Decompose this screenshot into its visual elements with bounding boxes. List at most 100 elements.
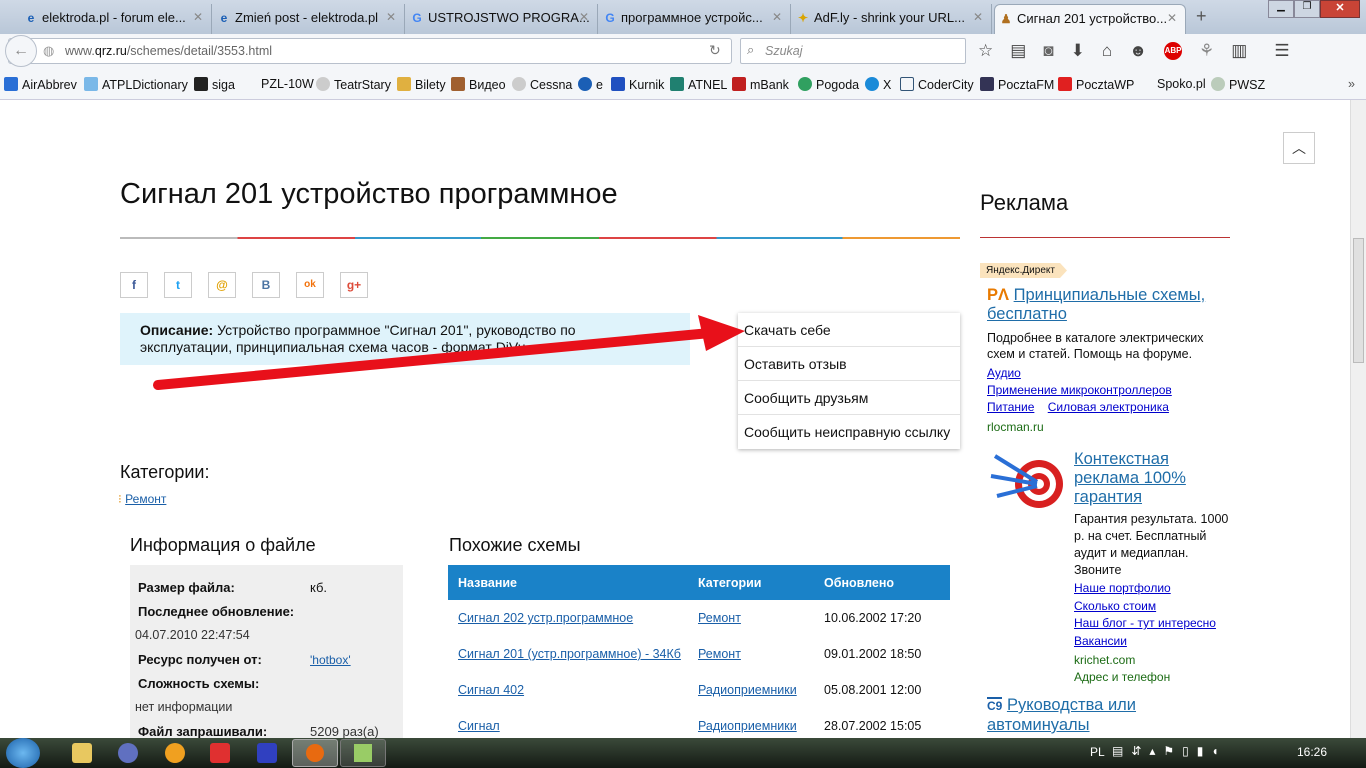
tell-friends-action[interactable]: Сообщить друзьям xyxy=(738,381,960,415)
bookmark-airabbrev[interactable]: AirAbbrev xyxy=(4,77,77,92)
table-header-row: Название Категории Обновлено xyxy=(448,565,950,600)
bookmark-mbank[interactable]: mBank xyxy=(732,77,789,92)
category-link[interactable]: Ремонт xyxy=(698,611,741,625)
minimize-button[interactable]: ▁ xyxy=(1268,0,1294,18)
bookmark-video[interactable]: Видео xyxy=(451,77,506,92)
search-input[interactable]: ⌕ Szukaj xyxy=(740,38,966,64)
category-link[interactable]: Ремонт xyxy=(698,647,741,661)
ad-link-blog[interactable]: Наш блог - тут интересно xyxy=(1074,616,1216,630)
bookmark-e[interactable]: e xyxy=(578,77,603,92)
messenger-taskbar-button[interactable] xyxy=(340,739,386,767)
bookmark-spoko[interactable]: Spoko.pl xyxy=(1157,77,1206,91)
vertical-scrollbar[interactable] xyxy=(1350,100,1366,738)
clipboard-icon[interactable]: ▥ xyxy=(1231,41,1247,61)
ad-link-audio[interactable]: Аудио xyxy=(987,366,1021,380)
scheme-link[interactable]: Сигнал 202 устр.программное xyxy=(458,611,633,625)
download-icon[interactable]: ⬇ xyxy=(1071,41,1085,61)
pocket-icon[interactable]: ◙ xyxy=(1043,41,1053,61)
app-icon[interactable] xyxy=(165,743,185,763)
bookmark-star-icon[interactable]: ☆ xyxy=(978,41,993,61)
google-icon: G xyxy=(412,11,422,25)
pdf-icon[interactable] xyxy=(210,743,230,763)
ad-link-power[interactable]: Питание xyxy=(987,400,1034,414)
ad-title-link[interactable]: Принципиальные схемы, бесплатно xyxy=(987,286,1205,323)
share-facebook-button[interactable]: f xyxy=(120,272,148,298)
bookmark-kurnik[interactable]: Kurnik xyxy=(611,77,664,92)
share-odnoklassniki-button[interactable]: ok xyxy=(296,272,324,298)
scheme-link[interactable]: Сигнал 402 xyxy=(458,683,524,697)
save-icon[interactable] xyxy=(257,743,277,763)
report-broken-link-action[interactable]: Сообщить неисправную ссылку xyxy=(738,415,960,449)
tab-elektroda-forum[interactable]: e elektroda.pl - forum ele... ✕ xyxy=(20,4,212,34)
share-mail-button[interactable]: @ xyxy=(208,272,236,298)
ad-title-link[interactable]: Руководства или автоминуалы xyxy=(987,696,1136,734)
bookmark-atnel[interactable]: ATNEL xyxy=(670,77,727,92)
close-tab-icon[interactable]: ✕ xyxy=(973,10,983,24)
reload-icon[interactable]: ↻ xyxy=(709,42,721,59)
firefox-taskbar-button[interactable] xyxy=(292,739,338,767)
scrollbar-thumb[interactable] xyxy=(1353,238,1364,363)
ad-link-microcontrollers[interactable]: Применение микроконтроллеров xyxy=(987,383,1172,397)
close-tab-icon[interactable]: ✕ xyxy=(193,10,203,24)
tab-adfly[interactable]: ✦ AdF.ly - shrink your URL... ✕ xyxy=(792,4,992,34)
bookmark-teatrstary[interactable]: TeatrStary xyxy=(316,77,391,92)
tab-google-programmnoe[interactable]: Gпрограммное устройс... ✕ xyxy=(599,4,791,34)
source-user-link[interactable]: 'hotbox' xyxy=(310,653,351,667)
close-tab-icon[interactable]: ✕ xyxy=(579,10,589,24)
close-tab-icon[interactable]: ✕ xyxy=(386,10,396,24)
bookmark-cessna[interactable]: Cessna xyxy=(512,77,572,92)
clock[interactable]: 16:26 xyxy=(1297,745,1327,759)
share-googleplus-button[interactable]: g+ xyxy=(340,272,368,298)
bookmark-bilety[interactable]: Bilety xyxy=(397,77,446,92)
scheme-link[interactable]: Сигнал 201 (устр.программное) - 34Кб xyxy=(458,647,681,661)
maximize-button[interactable]: ❐ xyxy=(1294,0,1320,18)
bookmark-pwsz[interactable]: PWSZ xyxy=(1211,77,1265,92)
globe-icon: ◍ xyxy=(43,43,55,58)
tab-zmien-post[interactable]: e Zmień post - elektroda.pl ✕ xyxy=(213,4,405,34)
url-bar[interactable]: ← ◍ www.qrz.ru/schemes/detail/3553.html … xyxy=(5,35,732,67)
explorer-icon[interactable] xyxy=(72,743,92,763)
c9-logo: C9 xyxy=(987,697,1003,713)
scroll-to-top-button[interactable]: ︿ xyxy=(1283,132,1315,164)
bookmarks-toolbar: AirAbbrev ATPLDictionary siga PZL-10W Te… xyxy=(0,70,1366,100)
start-button[interactable] xyxy=(6,738,40,768)
browser-icon[interactable] xyxy=(118,743,138,763)
reading-list-icon[interactable]: ▤ xyxy=(1010,41,1026,61)
menu-icon[interactable]: ☰ xyxy=(1274,41,1289,61)
bookmark-pogoda[interactable]: Pogoda xyxy=(798,77,859,92)
tray-icons[interactable]: ▤⇵▴⚑▯▮◖ xyxy=(1112,744,1227,758)
close-tab-icon[interactable]: ✕ xyxy=(1167,11,1177,25)
tab-signal-201[interactable]: ♟ Сигнал 201 устройство... ✕ xyxy=(994,4,1186,34)
bookmark-pocztawp[interactable]: PocztaWP xyxy=(1058,77,1134,92)
share-twitter-button[interactable]: t xyxy=(164,272,192,298)
extension-icon[interactable]: ⚘ xyxy=(1199,41,1214,61)
adblock-icon[interactable]: ABP xyxy=(1164,42,1183,60)
close-tab-icon[interactable]: ✕ xyxy=(772,10,782,24)
bookmark-x[interactable]: X xyxy=(865,77,891,92)
ad-link-vacancies[interactable]: Вакансии xyxy=(1074,634,1127,648)
category-link[interactable]: Ремонт xyxy=(125,492,166,506)
language-indicator[interactable]: PL xyxy=(1090,745,1105,759)
bookmark-siga[interactable]: siga xyxy=(194,77,235,92)
back-button[interactable]: ← xyxy=(5,35,37,67)
bookmark-codercity[interactable]: CoderCity xyxy=(900,77,974,92)
more-bookmarks-icon[interactable]: » xyxy=(1348,77,1355,91)
home-icon[interactable]: ⌂ xyxy=(1102,41,1112,61)
category-link[interactable]: Радиоприемники xyxy=(698,719,797,733)
close-window-button[interactable]: ✕ xyxy=(1320,0,1360,18)
category-link[interactable]: Радиоприемники xyxy=(698,683,797,697)
bookmark-pocztafm[interactable]: PocztaFM xyxy=(980,77,1054,92)
share-vk-button[interactable]: B xyxy=(252,272,280,298)
tab-google-ustrojstwo[interactable]: G USTROJSTWO PROGRA... ✕ xyxy=(406,4,598,34)
ad-link-portfolio[interactable]: Наше портфолио xyxy=(1074,581,1171,595)
ad-link-pricing[interactable]: Сколько стоим xyxy=(1074,599,1156,613)
chat-icon[interactable]: ☻ xyxy=(1129,41,1147,61)
scheme-link[interactable]: Сигнал xyxy=(458,719,500,733)
bookmark-pzl10w[interactable]: PZL-10W xyxy=(261,77,314,91)
ad-title-link[interactable]: Контекстная реклама 100% гарантия xyxy=(1074,450,1186,506)
new-tab-button[interactable]: + xyxy=(1196,6,1207,27)
bookmark-atpldictionary[interactable]: ATPLDictionary xyxy=(84,77,188,92)
leave-review-action[interactable]: Оставить отзыв xyxy=(738,347,960,381)
download-action[interactable]: Скачать себе xyxy=(738,313,960,347)
ad-link-power-electronics[interactable]: Силовая электроника xyxy=(1048,400,1169,414)
